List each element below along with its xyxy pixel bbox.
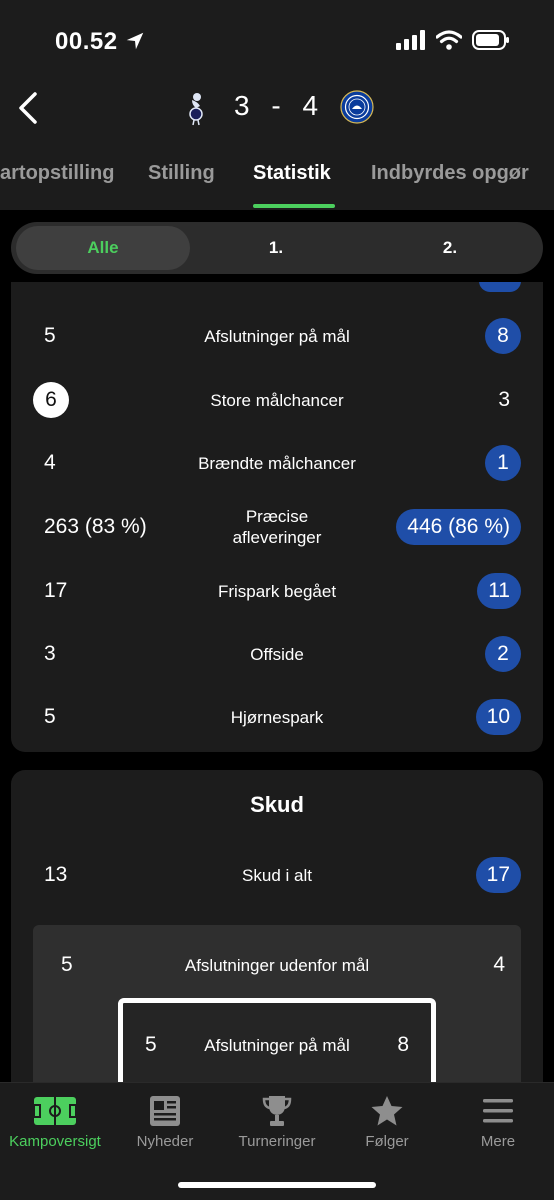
shots-card: Skud 13 Skud i alt 17 5 Afslutninger ude… bbox=[11, 770, 543, 1100]
stat-label: Hjørnespark bbox=[230, 707, 324, 727]
stat-away-value: 8 bbox=[397, 1033, 409, 1056]
away-score: 4 bbox=[302, 90, 321, 121]
tab-standings[interactable]: Stilling bbox=[148, 162, 215, 185]
section-title: Skud bbox=[250, 792, 304, 817]
nav-label: Nyheder bbox=[136, 1133, 194, 1150]
stat-row-total-shots: 13 Skud i alt 17 bbox=[11, 855, 543, 895]
stat-away-value: 1 bbox=[485, 443, 521, 483]
stat-away-value: 2 bbox=[485, 634, 521, 674]
stat-label: Præcise afleveringer bbox=[232, 507, 322, 547]
stat-home-pill: 6 bbox=[33, 382, 69, 418]
stat-away-pill: 1 bbox=[485, 445, 521, 481]
status-icons bbox=[396, 30, 510, 50]
stat-row-fouls: 17 Frispark begået 11 bbox=[11, 571, 543, 611]
stat-away-pill: 446 (86 %) bbox=[396, 509, 521, 545]
stat-away-pill: 8 bbox=[485, 318, 521, 354]
signal-icon bbox=[396, 30, 425, 50]
period-first-half-button[interactable]: 1. bbox=[194, 226, 358, 270]
stat-home-value: 5 bbox=[44, 324, 56, 347]
nav-label: Mere bbox=[480, 1133, 516, 1150]
stat-label: Afslutninger på mål bbox=[204, 1035, 350, 1055]
stat-row-corners: 5 Hjørnespark 10 bbox=[11, 697, 543, 737]
trophy-icon bbox=[255, 1093, 299, 1129]
nav-matches[interactable]: Kampoversigt bbox=[0, 1093, 110, 1150]
clipped-stat-pill bbox=[479, 282, 521, 292]
match-tabs: artopstilling Stilling Statistik Indbyrd… bbox=[0, 158, 554, 208]
stat-row-shots-on-target-inner: 5 Afslutninger på mål 8 bbox=[123, 1025, 431, 1065]
nav-following[interactable]: Følger bbox=[332, 1093, 442, 1150]
period-second-half-button[interactable]: 2. bbox=[368, 226, 532, 270]
battery-icon bbox=[472, 30, 509, 50]
nav-more[interactable]: Mere bbox=[443, 1093, 553, 1150]
stat-row-big-chances: 6 Store målchancer 3 bbox=[11, 380, 543, 420]
wifi-icon bbox=[436, 30, 462, 50]
stat-away-value: 17 bbox=[475, 855, 521, 895]
stat-home-value: 5 bbox=[61, 953, 73, 976]
newspaper-icon bbox=[143, 1093, 187, 1129]
stat-row-shots-on-target: 5 Afslutninger på mål 8 bbox=[11, 316, 543, 356]
match-score: 3 - 4 bbox=[226, 90, 328, 122]
nav-label: Turneringer bbox=[238, 1133, 316, 1150]
stat-away-pill: 17 bbox=[475, 857, 521, 893]
status-bar: 00.52 bbox=[0, 0, 554, 80]
stat-home-value: 5 bbox=[44, 705, 56, 728]
stat-away-pill: 2 bbox=[485, 636, 521, 672]
stat-label: Frispark begået bbox=[217, 581, 337, 601]
back-button[interactable] bbox=[8, 88, 48, 128]
stat-home-value: 17 bbox=[44, 579, 68, 602]
stat-label: Store målchancer bbox=[210, 390, 344, 410]
menu-icon bbox=[476, 1093, 520, 1129]
stats-card: 5 Afslutninger på mål 8 6 Store målchanc… bbox=[11, 282, 543, 752]
stat-home-value: 3 bbox=[44, 642, 56, 665]
match-header: 3 - 4 artopstilling Stilling Statistik I… bbox=[0, 80, 554, 210]
stat-row-offside: 3 Offside 2 bbox=[11, 634, 543, 674]
shots-breakdown-box: 5 Afslutninger udenfor mål 4 5 Afslutnin… bbox=[33, 925, 521, 1100]
stat-away-value: 10 bbox=[475, 697, 521, 737]
stat-home-value: 13 bbox=[44, 863, 68, 886]
tab-head-to-head[interactable]: Indbyrdes opgør bbox=[371, 162, 529, 185]
stat-row-shots-off-target: 5 Afslutninger udenfor mål 4 bbox=[33, 945, 521, 985]
home-indicator[interactable] bbox=[178, 1182, 376, 1188]
stat-away-value: 4 bbox=[493, 953, 505, 976]
period-filter: Alle 1. 2. bbox=[11, 222, 543, 274]
stat-away-pill: 11 bbox=[477, 573, 521, 609]
stat-row-big-chances-missed: 4 Brændte målchancer 1 bbox=[11, 443, 543, 483]
nav-label: Følger bbox=[365, 1133, 409, 1150]
stat-home-value: 4 bbox=[44, 451, 56, 474]
chevron-left-icon bbox=[19, 92, 37, 124]
star-icon bbox=[365, 1093, 409, 1129]
stat-away-value: 8 bbox=[485, 316, 521, 356]
stat-away-pill: 10 bbox=[475, 699, 521, 735]
active-tab-indicator bbox=[253, 204, 335, 208]
stat-label: Offside bbox=[250, 644, 304, 664]
stat-away-value: 3 bbox=[498, 388, 510, 411]
tab-lineup[interactable]: artopstilling bbox=[0, 162, 114, 185]
nav-news[interactable]: Nyheder bbox=[110, 1093, 220, 1150]
stat-home-value: 5 bbox=[145, 1033, 157, 1056]
stat-home-value: 6 bbox=[33, 380, 69, 420]
nav-tournaments[interactable]: Turneringer bbox=[222, 1093, 332, 1150]
score-separator: - bbox=[271, 90, 283, 121]
status-time: 00.52 bbox=[55, 28, 118, 55]
stat-away-value: 11 bbox=[477, 571, 521, 611]
stat-row-accurate-passes: 263 (83 %) Præcise afleveringer 446 (86 … bbox=[11, 507, 543, 547]
stat-home-value: 263 (83 %) bbox=[44, 515, 147, 538]
home-team-crest-icon[interactable] bbox=[184, 90, 208, 126]
stat-away-value: 446 (86 %) bbox=[396, 507, 521, 547]
stat-label: Afslutninger på mål bbox=[204, 326, 350, 346]
nav-label: Kampoversigt bbox=[9, 1133, 101, 1150]
tab-statistics[interactable]: Statistik bbox=[253, 162, 331, 185]
period-all-button[interactable]: Alle bbox=[16, 226, 190, 270]
away-team-crest-icon[interactable] bbox=[340, 90, 374, 124]
location-arrow-icon bbox=[126, 32, 144, 50]
stat-label: Skud i alt bbox=[242, 865, 312, 885]
pitch-icon bbox=[33, 1093, 77, 1129]
home-score: 3 bbox=[233, 90, 252, 121]
stat-label: Brændte målchancer bbox=[198, 453, 356, 473]
stat-label: Afslutninger udenfor mål bbox=[184, 955, 370, 975]
